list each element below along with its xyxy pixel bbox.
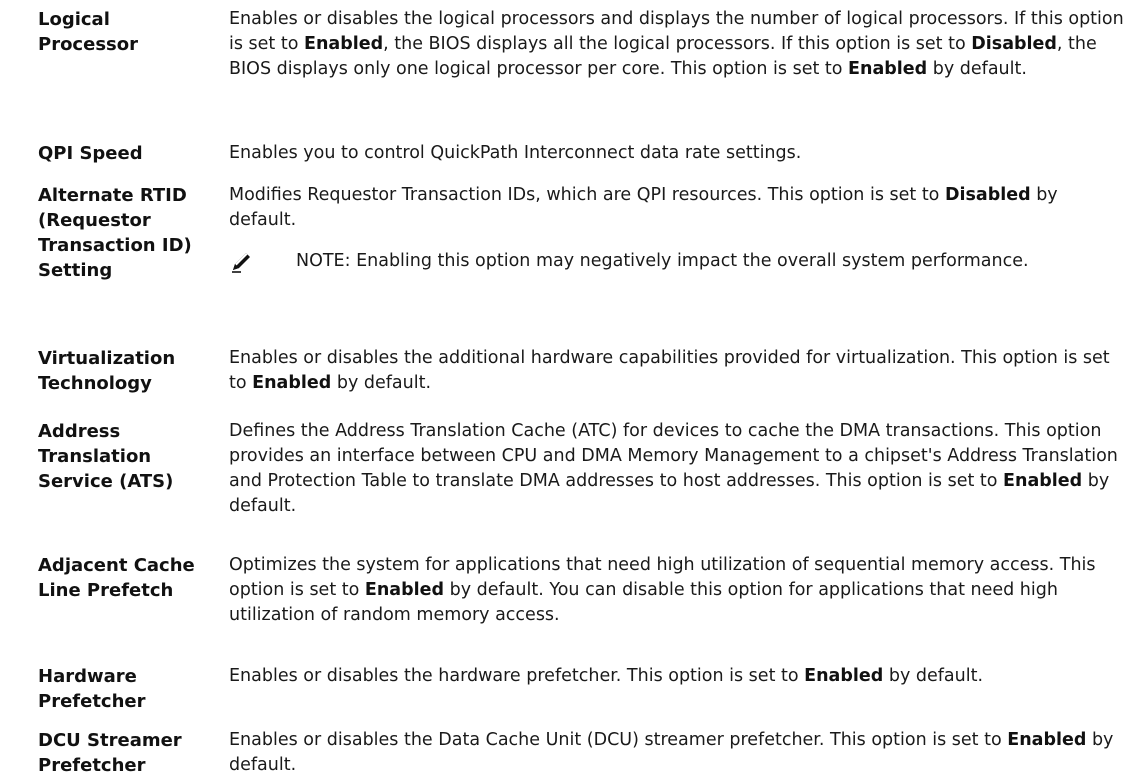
- setting-description: Enables or disables the additional hardw…: [229, 346, 1129, 396]
- emphasis-value: Enabled: [848, 59, 928, 79]
- emphasis-value: Enabled: [364, 580, 445, 600]
- setting-description: Modifies Requestor Transaction IDs, whic…: [229, 183, 1129, 233]
- setting-term: Logical Processor: [38, 9, 138, 55]
- setting-term: Alternate RTID (Requestor Transaction ID…: [38, 185, 192, 281]
- emphasis-value: Enabled: [1007, 730, 1087, 750]
- emphasis-value: Disabled: [971, 34, 1057, 54]
- description-text: Enables you to control QuickPath Interco…: [229, 143, 802, 163]
- bios-settings-document: Logical Processor Enables or disables th…: [0, 0, 1138, 779]
- pencil-note-icon: [229, 250, 253, 274]
- note-label: NOTE:: [296, 251, 351, 271]
- setting-term: DCU Streamer Prefetcher: [38, 730, 182, 776]
- setting-term: QPI Speed: [38, 143, 143, 164]
- note-body: Enabling this option may negatively impa…: [350, 251, 1029, 271]
- setting-description: Enables you to control QuickPath Interco…: [229, 141, 1129, 166]
- setting-term: Address Translation Service (ATS): [38, 421, 174, 492]
- setting-description: Defines the Address Translation Cache (A…: [229, 419, 1129, 519]
- emphasis-value: Enabled: [804, 666, 884, 686]
- description-text: by default.: [883, 666, 984, 686]
- description-text: Enables or disables the Data Cache Unit …: [229, 730, 1008, 750]
- setting-term: Hardware Prefetcher: [38, 666, 146, 712]
- emphasis-value: Enabled: [1003, 471, 1083, 491]
- description-text: Enables or disables the hardware prefetc…: [229, 666, 805, 686]
- emphasis-value: Enabled: [252, 373, 332, 393]
- description-text: Defines the Address Translation Cache (A…: [229, 421, 1118, 491]
- setting-term: Virtualization Technology: [38, 348, 176, 394]
- setting-description: Enables or disables the logical processo…: [229, 7, 1129, 82]
- setting-description: Optimizes the system for applications th…: [229, 553, 1129, 628]
- description-text: by default.: [331, 373, 432, 393]
- description-text: Modifies Requestor Transaction IDs, whic…: [229, 185, 945, 205]
- note-text: NOTE: Enabling this option may negativel…: [296, 249, 1056, 274]
- emphasis-value: Enabled: [303, 34, 384, 54]
- setting-term: Adjacent Cache Line Prefetch: [38, 555, 195, 601]
- emphasis-value: Disabled: [944, 185, 1031, 205]
- setting-description: Enables or disables the hardware prefetc…: [229, 664, 1129, 689]
- description-text: by default.: [927, 59, 1027, 79]
- description-text: , the BIOS displays all the logical proc…: [383, 34, 972, 54]
- setting-description: Enables or disables the Data Cache Unit …: [229, 728, 1129, 778]
